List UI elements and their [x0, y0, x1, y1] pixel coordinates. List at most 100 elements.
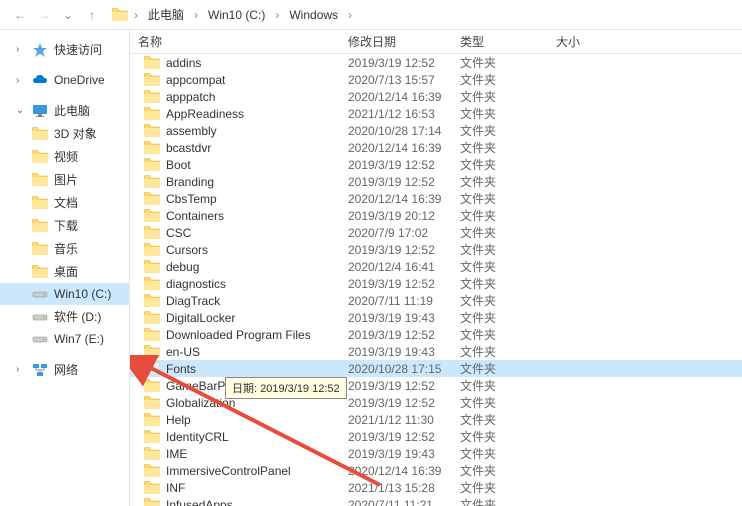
- breadcrumb-sep: ›: [275, 8, 279, 22]
- file-type: 文件夹: [452, 54, 548, 71]
- file-name: IME: [166, 447, 187, 461]
- file-row[interactable]: IdentityCRL2019/3/19 12:52文件夹: [130, 428, 742, 445]
- sidebar-item-quick-access[interactable]: › 快速访问: [0, 38, 129, 61]
- file-type: 文件夹: [452, 377, 548, 394]
- column-header-date[interactable]: 修改日期: [340, 30, 452, 54]
- sidebar-item-downloads[interactable]: 下载: [0, 214, 129, 237]
- breadcrumb-sep: ›: [194, 8, 198, 22]
- file-row[interactable]: Downloaded Program Files2019/3/19 12:52文…: [130, 326, 742, 343]
- column-header-type[interactable]: 类型: [452, 30, 548, 54]
- file-row[interactable]: debug2020/12/4 16:41文件夹: [130, 258, 742, 275]
- file-row[interactable]: Boot2019/3/19 12:52文件夹: [130, 156, 742, 173]
- sidebar-item-3dobjects[interactable]: 3D 对象: [0, 122, 129, 145]
- sidebar-item-desktop[interactable]: 桌面: [0, 260, 129, 283]
- file-type: 文件夹: [452, 139, 548, 156]
- breadcrumb-sep: ›: [134, 8, 138, 22]
- file-row[interactable]: apppatch2020/12/14 16:39文件夹: [130, 88, 742, 105]
- file-date: 2019/3/19 12:52: [340, 430, 452, 444]
- file-date: 2019/3/19 12:52: [340, 277, 452, 291]
- sidebar-item-music[interactable]: 音乐: [0, 237, 129, 260]
- content: 名称 修改日期 类型 大小 addins2019/3/19 12:52文件夹ap…: [130, 30, 742, 506]
- file-type: 文件夹: [452, 173, 548, 190]
- file-type: 文件夹: [452, 88, 548, 105]
- nav-forward-button[interactable]: →: [32, 3, 56, 27]
- folder-icon: [32, 126, 48, 142]
- file-name: Boot: [166, 158, 191, 172]
- file-name: DiagTrack: [166, 294, 220, 308]
- sidebar-label: 音乐: [54, 240, 78, 257]
- sidebar-item-thispc[interactable]: ⌄ 此电脑: [0, 99, 129, 122]
- folder-icon: [144, 226, 160, 239]
- chevron-icon: ›: [16, 44, 26, 55]
- file-row[interactable]: diagnostics2019/3/19 12:52文件夹: [130, 275, 742, 292]
- folder-icon: [144, 192, 160, 205]
- file-date: 2020/12/14 16:39: [340, 90, 452, 104]
- sidebar-label: 下载: [54, 217, 78, 234]
- file-date: 2019/3/19 19:43: [340, 345, 452, 359]
- sidebar-item-documents[interactable]: 文档: [0, 191, 129, 214]
- drive-icon: [32, 331, 48, 347]
- file-row[interactable]: GameBarPres2019/3/19 12:52文件夹: [130, 377, 742, 394]
- file-date: 2020/12/14 16:39: [340, 464, 452, 478]
- file-row[interactable]: addins2019/3/19 12:52文件夹: [130, 54, 742, 71]
- folder-icon: [144, 124, 160, 137]
- breadcrumb-drive[interactable]: Win10 (C:): [204, 6, 269, 24]
- breadcrumb-folder[interactable]: Windows: [285, 6, 342, 24]
- file-row[interactable]: DiagTrack2020/7/11 11:19文件夹: [130, 292, 742, 309]
- file-row[interactable]: AppReadiness2021/1/12 16:53文件夹: [130, 105, 742, 122]
- file-row[interactable]: Cursors2019/3/19 12:52文件夹: [130, 241, 742, 258]
- file-type: 文件夹: [452, 224, 548, 241]
- nav-recent-button[interactable]: ⌄: [56, 3, 80, 27]
- folder-icon: [144, 464, 160, 477]
- sidebar-item-win10-drive[interactable]: Win10 (C:): [0, 283, 129, 305]
- breadcrumb-sep: ›: [348, 8, 352, 22]
- nav-up-button[interactable]: ↑: [80, 3, 104, 27]
- file-name: en-US: [166, 345, 200, 359]
- file-type: 文件夹: [452, 71, 548, 88]
- sidebar-label: 此电脑: [54, 102, 90, 119]
- sidebar-label: 3D 对象: [54, 125, 97, 142]
- file-date: 2020/12/14 16:39: [340, 192, 452, 206]
- file-row[interactable]: CbsTemp2020/12/14 16:39文件夹: [130, 190, 742, 207]
- file-row[interactable]: Branding2019/3/19 12:52文件夹: [130, 173, 742, 190]
- file-row[interactable]: Globalization2019/3/19 12:52文件夹: [130, 394, 742, 411]
- sidebar-item-pictures[interactable]: 图片: [0, 168, 129, 191]
- file-name: diagnostics: [166, 277, 226, 291]
- sidebar-item-soft-drive[interactable]: 软件 (D:): [0, 305, 129, 328]
- file-row[interactable]: Fonts2020/10/28 17:15文件夹: [130, 360, 742, 377]
- file-row[interactable]: bcastdvr2020/12/14 16:39文件夹: [130, 139, 742, 156]
- column-header-size[interactable]: 大小: [548, 30, 742, 54]
- file-name: InfusedApps: [166, 498, 233, 506]
- folder-icon: [144, 260, 160, 273]
- sidebar-item-onedrive[interactable]: › OneDrive: [0, 69, 129, 91]
- breadcrumb[interactable]: › 此电脑 › Win10 (C:) › Windows ›: [112, 4, 354, 25]
- sidebar-label: 视频: [54, 148, 78, 165]
- file-row[interactable]: Containers2019/3/19 20:12文件夹: [130, 207, 742, 224]
- file-row[interactable]: CSC2020/7/9 17:02文件夹: [130, 224, 742, 241]
- sidebar-item-videos[interactable]: 视频: [0, 145, 129, 168]
- file-row[interactable]: InfusedApps2020/7/11 11:21文件夹: [130, 496, 742, 506]
- nav-back-button[interactable]: ←: [8, 3, 32, 27]
- file-type: 文件夹: [452, 394, 548, 411]
- file-type: 文件夹: [452, 428, 548, 445]
- file-row[interactable]: assembly2020/10/28 17:14文件夹: [130, 122, 742, 139]
- column-header-name[interactable]: 名称: [130, 30, 340, 54]
- file-row[interactable]: IME2019/3/19 19:43文件夹: [130, 445, 742, 462]
- folder-icon: [144, 379, 160, 392]
- file-row[interactable]: Help2021/1/12 11:30文件夹: [130, 411, 742, 428]
- sidebar-item-win7-drive[interactable]: Win7 (E:): [0, 328, 129, 350]
- file-name: DigitalLocker: [166, 311, 235, 325]
- folder-icon: [144, 56, 160, 69]
- breadcrumb-root[interactable]: 此电脑: [144, 4, 188, 25]
- file-date: 2019/3/19 12:52: [340, 396, 452, 410]
- file-row[interactable]: INF2021/1/13 15:28文件夹: [130, 479, 742, 496]
- file-name: INF: [166, 481, 185, 495]
- file-name: Cursors: [166, 243, 208, 257]
- file-row[interactable]: en-US2019/3/19 19:43文件夹: [130, 343, 742, 360]
- file-name: addins: [166, 56, 201, 70]
- file-row[interactable]: DigitalLocker2019/3/19 19:43文件夹: [130, 309, 742, 326]
- file-row[interactable]: appcompat2020/7/13 15:57文件夹: [130, 71, 742, 88]
- sidebar-item-network[interactable]: › 网络: [0, 358, 129, 381]
- file-row[interactable]: ImmersiveControlPanel2020/12/14 16:39文件夹: [130, 462, 742, 479]
- sidebar-label: 桌面: [54, 263, 78, 280]
